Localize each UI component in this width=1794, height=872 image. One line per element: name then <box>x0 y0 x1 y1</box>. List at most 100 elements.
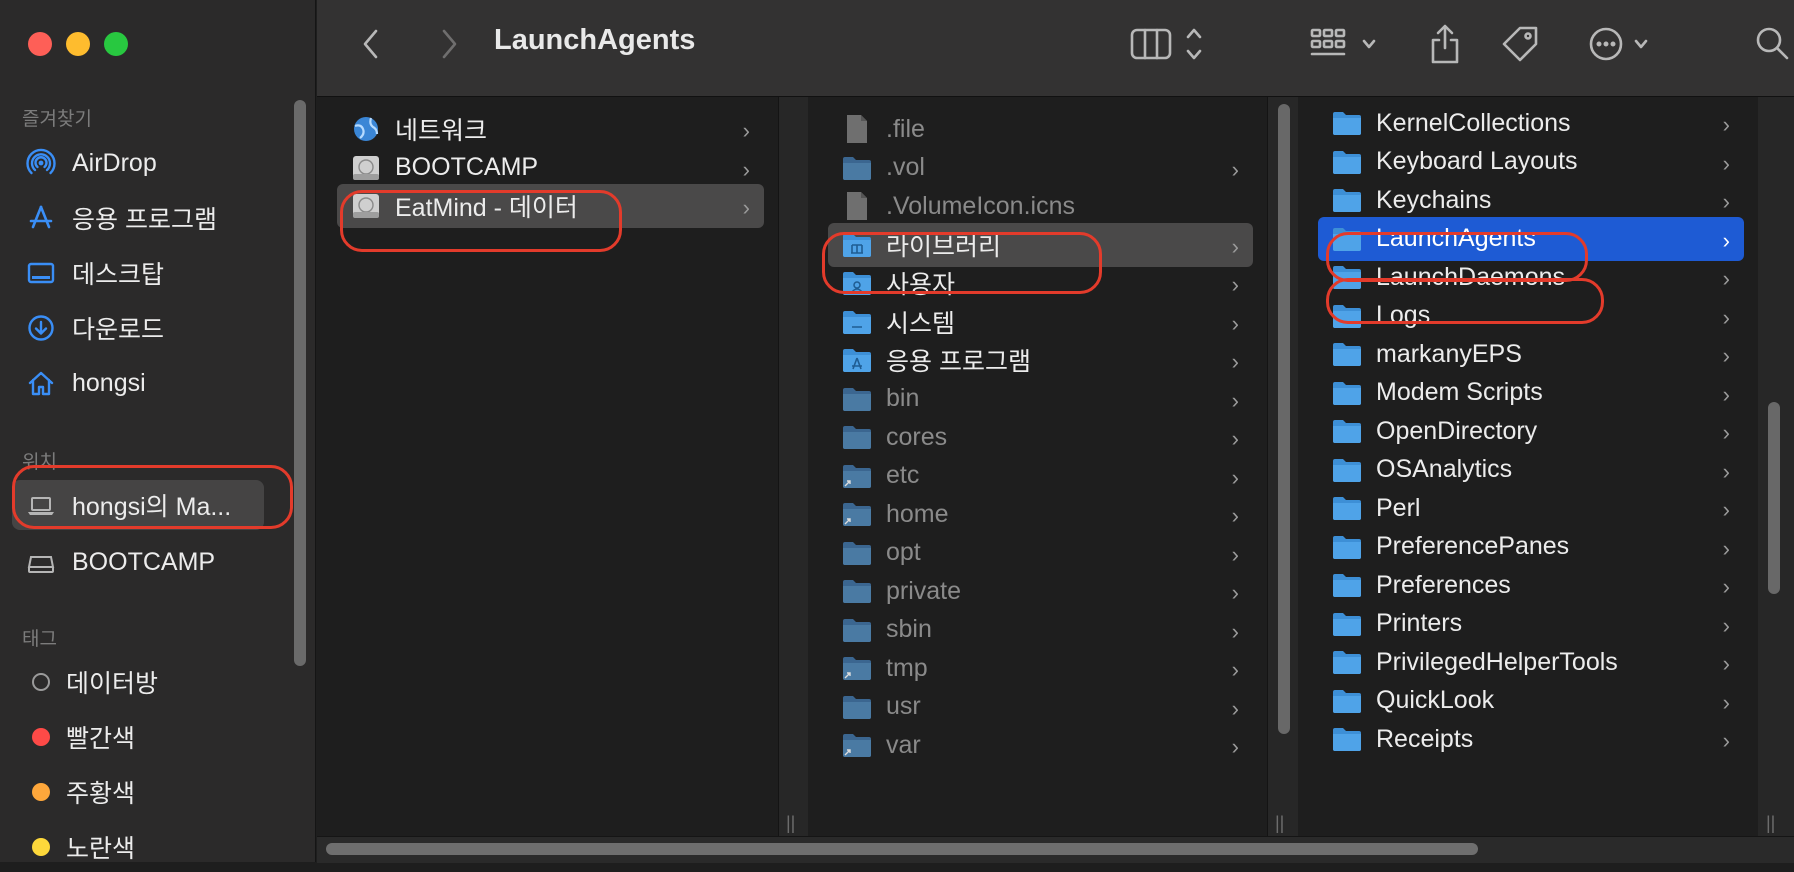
list-item[interactable]: 시스템 › <box>828 300 1253 344</box>
list-item[interactable]: sbin › <box>828 608 1253 652</box>
list-item[interactable]: .VolumeIcon.icns <box>828 184 1253 228</box>
list-item[interactable]: LaunchDaemons › <box>1318 255 1744 299</box>
list-item[interactable]: tmp › <box>828 646 1253 690</box>
folder-icon <box>1330 684 1364 718</box>
column-resize-handle[interactable]: || <box>1275 813 1284 834</box>
chevron-right-icon: › <box>1722 612 1730 638</box>
zoom-window-button[interactable] <box>104 32 128 56</box>
sidebar-item-airdrop[interactable]: AirDrop <box>12 138 264 188</box>
users-folder-icon <box>840 266 874 300</box>
list-item[interactable]: BOOTCAMP › <box>337 146 764 190</box>
sidebar-tag-data[interactable]: 데이터방 <box>12 657 264 707</box>
share-button[interactable] <box>1425 22 1465 66</box>
folder-icon <box>1330 222 1364 256</box>
grid-icon <box>1310 28 1376 56</box>
folder-icon <box>1330 260 1364 294</box>
more-actions-button[interactable] <box>1585 22 1657 66</box>
list-item[interactable]: Keyboard Layouts › <box>1318 140 1744 184</box>
folder-icon <box>1330 453 1364 487</box>
search-button[interactable] <box>1753 22 1793 66</box>
group-button[interactable] <box>1307 22 1383 66</box>
sidebar-item-bootcamp[interactable]: BOOTCAMP <box>12 537 264 587</box>
folder-icon <box>1330 145 1364 179</box>
folder-icon <box>1330 645 1364 679</box>
tags-button[interactable] <box>1497 22 1543 66</box>
sidebar-scrollbar[interactable] <box>294 100 306 666</box>
sidebar-item-desktop[interactable]: 데스크탑 <box>12 248 264 298</box>
sidebar-item-label: AirDrop <box>72 148 157 177</box>
search-icon <box>1756 27 1789 60</box>
list-item-label: Receipts <box>1376 724 1474 753</box>
list-item-label: 응용 프로그램 <box>886 348 1031 376</box>
horizontal-scrollbar[interactable] <box>326 843 1478 855</box>
chevron-right-icon: › <box>1722 651 1730 676</box>
list-item[interactable]: .file <box>828 107 1253 151</box>
list-item[interactable]: Printers › <box>1318 602 1744 646</box>
column-scrollbar[interactable] <box>1768 402 1780 594</box>
system-folder-icon <box>840 305 874 339</box>
close-window-button[interactable] <box>28 32 52 56</box>
sidebar-item-home[interactable]: hongsi <box>12 358 264 408</box>
list-item[interactable]: OpenDirectory › <box>1318 409 1744 453</box>
folder-icon <box>1330 568 1364 602</box>
list-item[interactable]: var › <box>828 723 1253 767</box>
list-item[interactable]: 사용자 › <box>828 261 1253 305</box>
column-library: KernelCollections › Keyboard Layouts › Keych… <box>1298 97 1758 837</box>
sidebar-tag-red[interactable]: 빨간색 <box>12 712 264 762</box>
library-folder-icon <box>840 228 874 262</box>
list-item[interactable]: usr › <box>828 685 1253 729</box>
list-item-label: LaunchDaemons <box>1376 262 1566 291</box>
window-title: LaunchAgents <box>494 24 696 56</box>
list-item[interactable]: Keychains › <box>1318 178 1744 222</box>
sidebar-tag-orange[interactable]: 주황색 <box>12 767 264 817</box>
sidebar-item-label: 다운로드 <box>72 316 165 344</box>
folder-icon <box>840 690 874 724</box>
list-item[interactable]: Logs › <box>1318 294 1744 338</box>
folder-icon <box>840 420 874 454</box>
list-item[interactable]: Receipts › <box>1318 717 1744 761</box>
sidebar-item-label: 데스크탑 <box>72 261 165 289</box>
chevron-right-icon: › <box>1231 695 1239 721</box>
sidebar-item-applications[interactable]: 응용 프로그램 <box>12 193 264 243</box>
list-item[interactable]: .vol › <box>828 146 1253 190</box>
list-item[interactable]: 네트워크 › <box>337 107 764 151</box>
sidebar-item-label: 데이터방 <box>66 670 159 698</box>
list-item[interactable]: cores › <box>828 415 1253 459</box>
list-item[interactable]: EatMind - 데이터 › <box>337 184 764 228</box>
list-item-label: Printers <box>1376 609 1463 637</box>
column-scrollbar[interactable] <box>1278 104 1290 734</box>
list-item[interactable]: Perl › <box>1318 486 1744 530</box>
list-item[interactable]: 응용 프로그램 › <box>828 338 1253 382</box>
chevron-right-icon: › <box>1231 541 1239 567</box>
view-mode-button[interactable] <box>1127 22 1213 66</box>
list-item[interactable]: private › <box>828 569 1253 613</box>
list-item[interactable]: bin › <box>828 377 1253 421</box>
list-item[interactable]: 라이브러리 › <box>828 222 1253 267</box>
list-item[interactable]: Preferences › <box>1318 563 1744 607</box>
column-resize-handle[interactable]: || <box>786 813 795 834</box>
list-item[interactable]: etc › <box>828 454 1253 498</box>
forward-button[interactable] <box>435 22 463 66</box>
chevron-right-icon: › <box>1722 535 1730 561</box>
window-controls <box>28 32 128 56</box>
list-item[interactable]: QuickLook › <box>1318 679 1744 723</box>
list-item[interactable]: KernelCollections › <box>1318 101 1744 145</box>
list-item[interactable]: PrivilegedHelperTools › <box>1318 640 1744 684</box>
chevron-right-icon: › <box>742 156 750 182</box>
list-item[interactable]: LaunchAgents › <box>1318 216 1744 261</box>
sidebar-item-this-mac[interactable]: hongsi의 Ma... <box>12 480 264 530</box>
minimize-window-button[interactable] <box>66 32 90 56</box>
back-button[interactable] <box>357 22 385 66</box>
list-item[interactable]: home › <box>828 492 1253 536</box>
list-item[interactable]: OSAnalytics › <box>1318 448 1744 492</box>
list-item[interactable]: Modem Scripts › <box>1318 371 1744 415</box>
alias-folder-icon <box>840 728 874 762</box>
sidebar-item-downloads[interactable]: 다운로드 <box>12 303 264 353</box>
list-item[interactable]: PreferencePanes › <box>1318 525 1744 569</box>
list-item[interactable]: opt › <box>828 531 1253 575</box>
column-resize-handle[interactable]: || <box>1766 813 1775 834</box>
list-item[interactable]: markanyEPS › <box>1318 332 1744 376</box>
sidebar-tag-yellow[interactable]: 노란색 <box>12 822 264 872</box>
folder-icon <box>840 574 874 608</box>
list-item-label: home <box>886 499 949 528</box>
